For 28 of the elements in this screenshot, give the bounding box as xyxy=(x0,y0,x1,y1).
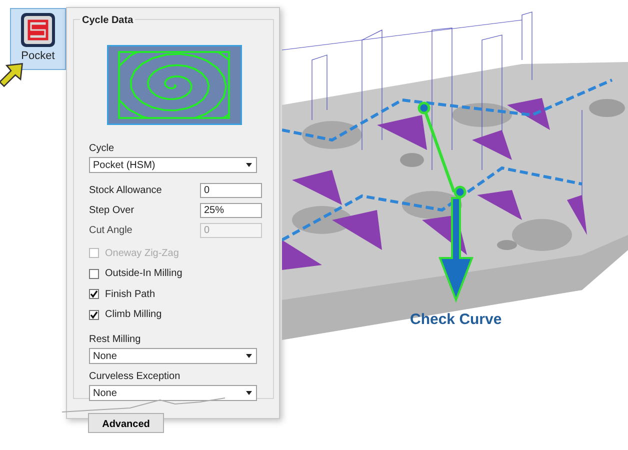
callout-label: Check Curve xyxy=(410,310,502,330)
dropdown-arrow-icon xyxy=(245,161,253,169)
checkbox-label: Outside-In Milling xyxy=(105,267,182,282)
dropdown-arrow-icon xyxy=(245,352,253,360)
tool-label: Pocket xyxy=(21,49,55,64)
pocket-icon xyxy=(20,12,56,48)
field-label: Curveless Exception xyxy=(89,371,182,383)
field-label: Rest Milling xyxy=(89,334,142,346)
input-field[interactable]: 0 xyxy=(200,182,262,198)
checkbox-label: Oneway Zig-Zag xyxy=(105,246,179,261)
cursor-arrow-icon xyxy=(0,62,24,88)
field-label: Stock Allowance xyxy=(89,184,162,198)
group-title: Cycle Data xyxy=(80,13,136,28)
dropdown-arrow-icon xyxy=(245,389,253,397)
input-field[interactable]: 25% xyxy=(200,202,262,218)
checkbox[interactable] xyxy=(89,268,99,279)
field-label: Step Over xyxy=(89,204,134,218)
dropdown[interactable]: None xyxy=(89,385,257,401)
field-label: Cycle xyxy=(89,143,116,155)
checkbox-label: Finish Path xyxy=(105,288,156,302)
field-label: Cut Angle xyxy=(89,224,132,238)
checkbox[interactable] xyxy=(89,310,99,320)
dropdown[interactable]: Pocket (HSM) xyxy=(89,157,257,173)
checkbox-label: Climb Milling xyxy=(105,308,162,322)
pocket-tool-button[interactable]: Pocket xyxy=(10,8,66,70)
dropdown[interactable]: None xyxy=(89,348,257,364)
checkbox[interactable] xyxy=(89,289,99,300)
advanced-button[interactable]: Advanced xyxy=(88,413,164,433)
